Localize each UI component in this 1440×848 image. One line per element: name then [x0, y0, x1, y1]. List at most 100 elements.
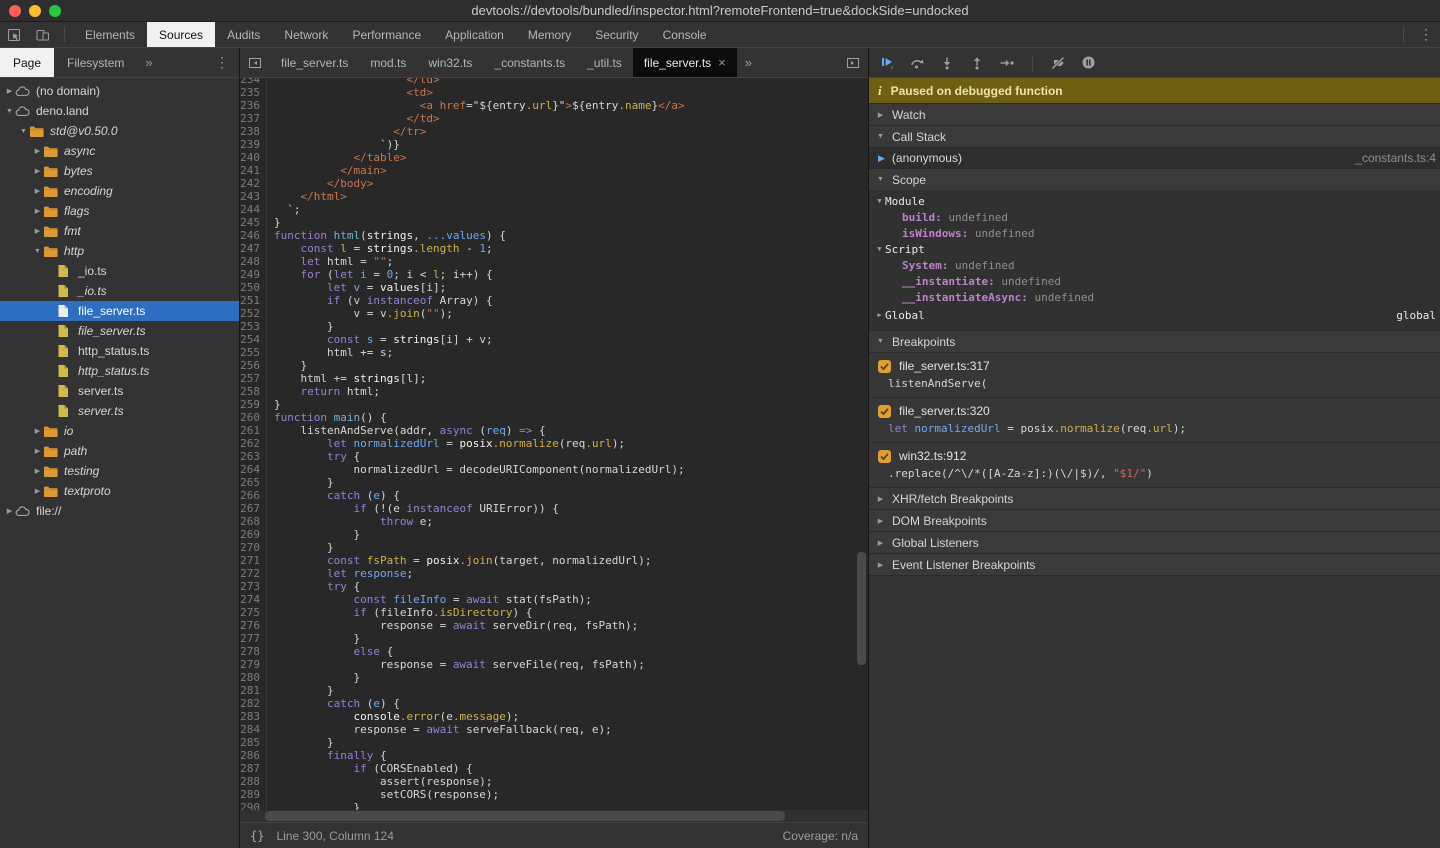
tree-expand-icon[interactable]: ▶	[32, 187, 43, 195]
line-number[interactable]: 288	[240, 775, 267, 788]
line-number[interactable]: 262	[240, 437, 267, 450]
scope-group-global[interactable]: ▶Globalglobal	[869, 305, 1440, 325]
expand-section-icon[interactable]: ▶	[875, 517, 886, 525]
line-number[interactable]: 272	[240, 567, 267, 580]
editor-tab-file-server-ts[interactable]: file_server.ts	[270, 48, 359, 77]
collapse-scope-icon[interactable]: ▼	[874, 245, 885, 253]
tree-item-flags[interactable]: ▶flags	[0, 201, 239, 221]
editor-tab-constants-ts[interactable]: _constants.ts	[483, 48, 576, 77]
line-number[interactable]: 274	[240, 593, 267, 606]
tree-item-fmt[interactable]: ▶fmt	[0, 221, 239, 241]
breakpoint-snippet[interactable]: listenAndServe(	[869, 375, 1440, 391]
line-number[interactable]: 244	[240, 203, 267, 216]
line-number[interactable]: 276	[240, 619, 267, 632]
line-number[interactable]: 253	[240, 320, 267, 333]
line-number[interactable]: 260	[240, 411, 267, 424]
tree-expand-icon[interactable]: ▶	[32, 207, 43, 215]
collapse-scope-icon[interactable]: ▼	[874, 197, 885, 205]
line-number[interactable]: 275	[240, 606, 267, 619]
tree-expand-icon[interactable]: ▶	[32, 487, 43, 495]
show-debugger-sidebar-icon[interactable]	[838, 48, 868, 77]
scope-group-script[interactable]: ▼Script	[869, 241, 1440, 257]
more-options-icon[interactable]: ⋮	[1412, 22, 1440, 47]
tree-item-testing[interactable]: ▶testing	[0, 461, 239, 481]
section-header-global-listeners[interactable]: ▶Global Listeners	[869, 531, 1440, 553]
horizontal-scrollbar[interactable]	[240, 810, 868, 822]
expand-scope-icon[interactable]: ▶	[874, 311, 885, 319]
line-number[interactable]: 236	[240, 99, 267, 112]
line-number[interactable]: 264	[240, 463, 267, 476]
inspect-icon[interactable]	[0, 22, 28, 47]
section-header-breakpoints[interactable]: ▼Breakpoints	[869, 330, 1440, 352]
line-number[interactable]: 256	[240, 359, 267, 372]
main-tab-elements[interactable]: Elements	[73, 22, 147, 47]
tree-item-io[interactable]: ▶io	[0, 421, 239, 441]
main-tab-audits[interactable]: Audits	[215, 22, 272, 47]
line-number[interactable]: 251	[240, 294, 267, 307]
tree-expand-icon[interactable]: ▶	[32, 227, 43, 235]
pause-on-exceptions-icon[interactable]	[1078, 54, 1098, 72]
editor-tab-file-server-ts[interactable]: file_server.ts×	[633, 48, 737, 77]
navigator-tab-filesystem[interactable]: Filesystem	[54, 48, 137, 77]
tree-collapse-icon[interactable]: ▼	[4, 108, 15, 115]
line-number[interactable]: 269	[240, 528, 267, 541]
tree-expand-icon[interactable]: ▶	[4, 87, 15, 95]
tree-expand-icon[interactable]: ▶	[32, 467, 43, 475]
breakpoint-checkbox[interactable]	[878, 450, 891, 463]
tree-item-file-server-ts[interactable]: file_server.ts	[0, 321, 239, 341]
expand-section-icon[interactable]: ▶	[875, 111, 886, 119]
line-number[interactable]: 261	[240, 424, 267, 437]
section-header-xhr-fetch-breakpoints[interactable]: ▶XHR/fetch Breakpoints	[869, 487, 1440, 509]
line-number[interactable]: 284	[240, 723, 267, 736]
line-number[interactable]: 283	[240, 710, 267, 723]
tree-item-file[interactable]: ▶file://	[0, 501, 239, 521]
main-tab-performance[interactable]: Performance	[340, 22, 433, 47]
tree-expand-icon[interactable]: ▶	[4, 507, 15, 515]
collapse-section-icon[interactable]: ▼	[875, 338, 886, 345]
breakpoint-checkbox[interactable]	[878, 405, 891, 418]
tree-expand-icon[interactable]: ▶	[32, 167, 43, 175]
line-number[interactable]: 242	[240, 177, 267, 190]
expand-section-icon[interactable]: ▶	[875, 539, 886, 547]
close-window-button[interactable]	[9, 5, 21, 17]
line-number[interactable]: 234	[240, 78, 267, 86]
tree-collapse-icon[interactable]: ▼	[32, 248, 43, 255]
pretty-print-icon[interactable]: {}	[250, 829, 264, 843]
step-out-icon[interactable]	[967, 54, 987, 72]
line-number[interactable]: 240	[240, 151, 267, 164]
line-number[interactable]: 280	[240, 671, 267, 684]
scope-property[interactable]: __instantiate: undefined	[869, 273, 1440, 289]
tree-collapse-icon[interactable]: ▼	[18, 128, 29, 135]
line-number[interactable]: 268	[240, 515, 267, 528]
navigator-overflow-icon[interactable]: »	[137, 48, 160, 77]
horizontal-scrollbar-thumb[interactable]	[265, 811, 785, 821]
collapse-section-icon[interactable]: ▼	[875, 176, 886, 183]
step-into-icon[interactable]	[937, 54, 957, 72]
breakpoint-location[interactable]: file_server.ts:320	[899, 404, 990, 418]
main-tab-sources[interactable]: Sources	[147, 22, 215, 47]
vertical-scrollbar[interactable]	[857, 552, 866, 665]
line-number[interactable]: 270	[240, 541, 267, 554]
hide-navigator-icon[interactable]	[240, 48, 270, 77]
minimize-window-button[interactable]	[29, 5, 41, 17]
tree-item-server-ts[interactable]: server.ts	[0, 381, 239, 401]
zoom-window-button[interactable]	[49, 5, 61, 17]
deactivate-breakpoints-icon[interactable]	[1048, 54, 1068, 72]
line-number[interactable]: 266	[240, 489, 267, 502]
line-number[interactable]: 289	[240, 788, 267, 801]
editor-tab-mod-ts[interactable]: mod.ts	[359, 48, 417, 77]
tree-item-deno-land[interactable]: ▼deno.land	[0, 101, 239, 121]
close-tab-icon[interactable]: ×	[718, 56, 726, 69]
frame-location[interactable]: _constants.ts:4	[1355, 151, 1436, 165]
section-header-call-stack[interactable]: ▼Call Stack	[869, 125, 1440, 147]
scope-group-module[interactable]: ▼Module	[869, 193, 1440, 209]
tree-item-http-status-ts[interactable]: http_status.ts	[0, 361, 239, 381]
tree-item-path[interactable]: ▶path	[0, 441, 239, 461]
breakpoint-snippet[interactable]: let normalizedUrl = posix.normalize(req.…	[869, 420, 1440, 436]
section-header-event-listener-breakpoints[interactable]: ▶Event Listener Breakpoints	[869, 553, 1440, 575]
resume-icon[interactable]	[877, 54, 897, 72]
tree-item-io-ts[interactable]: _io.ts	[0, 281, 239, 301]
line-number[interactable]: 238	[240, 125, 267, 138]
navigator-tab-page[interactable]: Page	[0, 48, 54, 77]
section-header-dom-breakpoints[interactable]: ▶DOM Breakpoints	[869, 509, 1440, 531]
